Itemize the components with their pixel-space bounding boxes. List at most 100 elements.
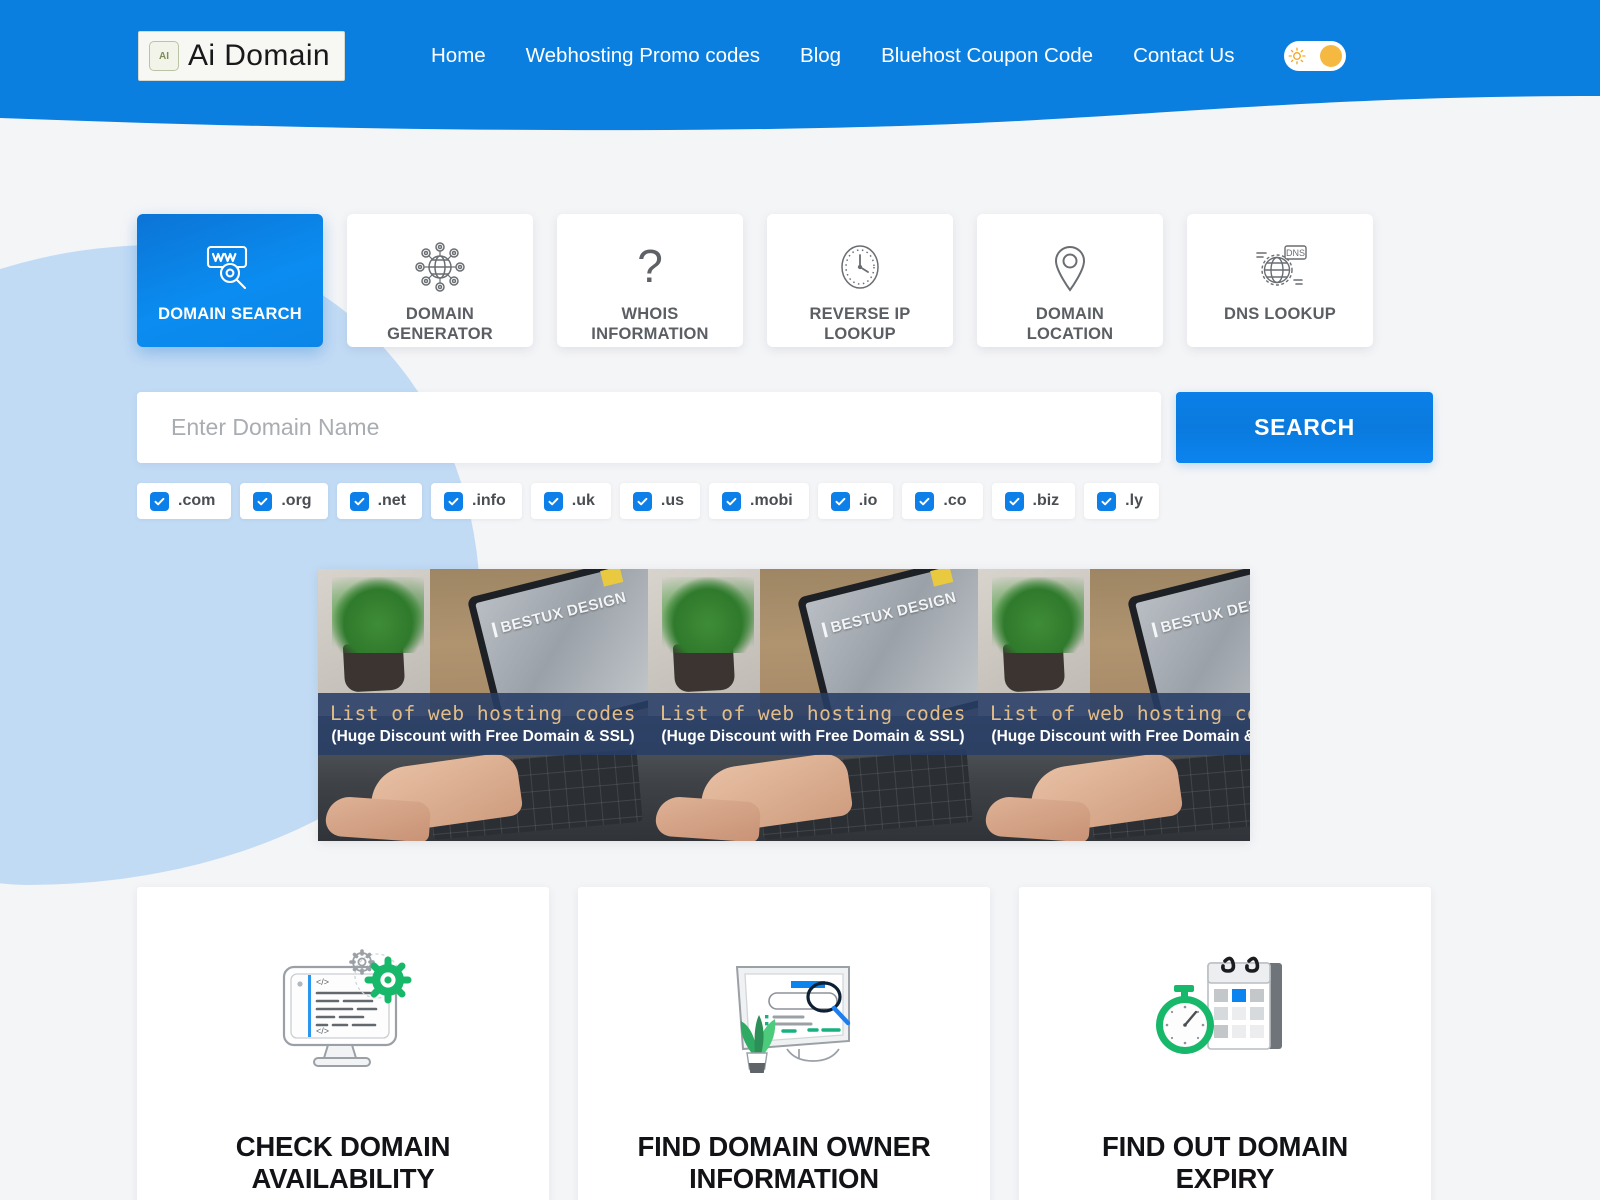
banner-subtitle: (Huge Discount with Free Domain & SSL) [331, 728, 635, 745]
nav-home[interactable]: Home [431, 44, 506, 68]
feature-title-line1: FIND OUT DOMAIN [1101, 1131, 1348, 1162]
tab-label: DOMAIN SEARCH [158, 305, 302, 323]
tab-domain-generator[interactable]: DOMAIN GENERATOR [347, 214, 533, 347]
tld-option-info[interactable]: .info [431, 483, 522, 519]
feature-card-find-domain-owner-information[interactable]: FIND DOMAIN OWNER INFORMATION [578, 887, 990, 1200]
domain-search-form: SEARCH [137, 392, 1433, 463]
checkbox-checked-icon[interactable] [830, 491, 850, 511]
tld-label: .co [943, 492, 967, 509]
tld-label: .uk [571, 492, 595, 509]
tab-domain-search[interactable]: DOMAIN SEARCH [137, 214, 323, 347]
tab-label: REVERSE IP LOOKUP [809, 304, 910, 344]
tld-label: .org [281, 492, 312, 509]
tab-label: WHOIS INFORMATION [591, 304, 708, 344]
feature-title: FIND OUT DOMAIN EXPIRY [1102, 1131, 1348, 1195]
checkbox-checked-icon[interactable] [444, 491, 464, 511]
banner-caption: List of web hosting codes (Huge Discount… [648, 693, 978, 755]
tld-option-us[interactable]: .us [619, 483, 701, 519]
logo[interactable]: AI Ai Domain [138, 31, 345, 81]
nav-webhosting-promo-codes[interactable]: Webhosting Promo codes [506, 44, 780, 68]
feature-card-list: </> </> CHECK DOMAIN AVAILABILITY FIND D… [137, 887, 1431, 1200]
search-button[interactable]: SEARCH [1176, 392, 1433, 463]
svg-text:?: ? [637, 240, 663, 292]
checkbox-checked-icon[interactable] [1097, 491, 1117, 511]
checkbox-checked-icon[interactable] [543, 491, 563, 511]
logo-text: Ai Domain [188, 39, 330, 72]
banner-subtitle: (Huge Discount with Free Domain & SSL) [661, 728, 965, 745]
monitor-code-gear-icon: </> </> [250, 933, 436, 1103]
network-globe-icon [413, 238, 467, 296]
tld-option-org[interactable]: .org [240, 483, 328, 519]
tab-label-line2: LOCATION [1026, 325, 1114, 344]
tld-option-biz[interactable]: .biz [991, 483, 1076, 519]
feature-title: FIND DOMAIN OWNER INFORMATION [638, 1131, 931, 1195]
tld-option-io[interactable]: .io [817, 483, 894, 519]
banner-slide[interactable]: BESTUX DESIGN List of web hosting codes … [318, 569, 648, 841]
tab-label-line2: GENERATOR [387, 325, 493, 344]
checkbox-checked-icon[interactable] [349, 491, 369, 511]
page-root: AI Ai Domain Home Webhosting Promo codes… [0, 0, 1600, 1200]
banner-title: List of web hosting codes [660, 702, 966, 725]
banner-title: List of web hosting codes [330, 702, 636, 725]
feature-card-check-domain-availability[interactable]: </> </> CHECK DOMAIN AVAILABILITY [137, 887, 549, 1200]
tld-option-co[interactable]: .co [902, 483, 983, 519]
theme-toggle-knob[interactable] [1320, 45, 1343, 67]
tab-label-line1: REVERSE IP [809, 305, 911, 323]
feature-title: CHECK DOMAIN AVAILABILITY [236, 1131, 451, 1195]
tld-option-ly[interactable]: .ly [1084, 483, 1159, 519]
tld-filter-list: .com .org .net .info .uk .us .mobi .io .… [137, 483, 1159, 519]
tab-label-line2: LOOKUP [824, 325, 896, 344]
question-mark-icon: ? [628, 238, 672, 296]
tld-option-uk[interactable]: .uk [530, 483, 611, 519]
tab-whois-information[interactable]: ? WHOIS INFORMATION [557, 214, 743, 347]
lookup-tool-tabs: DOMAIN SEARCH DOMAIN GENERATOR ? WHOIS I… [137, 214, 1373, 347]
nav-bluehost-coupon-code[interactable]: Bluehost Coupon Code [861, 44, 1113, 68]
site-header: AI Ai Domain Home Webhosting Promo codes… [0, 0, 1600, 140]
feature-title-line2: INFORMATION [689, 1162, 879, 1194]
checkbox-checked-icon[interactable] [915, 491, 935, 511]
tab-label: DNS LOOKUP [1223, 305, 1336, 323]
tab-domain-location[interactable]: DOMAIN LOCATION [977, 214, 1163, 347]
feature-title-line1: CHECK DOMAIN [235, 1131, 451, 1162]
tld-label: .mobi [750, 492, 793, 509]
banner-slide[interactable]: BESTUX DESIGN List of web hosting codes … [648, 569, 978, 841]
checkbox-checked-icon[interactable] [632, 491, 652, 511]
logo-badge-icon: AI [149, 41, 179, 71]
banner-subtitle: (Huge Discount with Free Domain & SSL) [991, 728, 1250, 745]
promo-banner-carousel[interactable]: BESTUX DESIGN List of web hosting codes … [318, 569, 1250, 841]
checkbox-checked-icon[interactable] [1004, 491, 1024, 511]
tld-option-net[interactable]: .net [336, 483, 423, 519]
nav-blog[interactable]: Blog [780, 44, 861, 68]
search-input[interactable] [137, 392, 1161, 463]
theme-toggle[interactable] [1284, 41, 1347, 71]
checkbox-checked-icon[interactable] [150, 491, 169, 511]
tld-label: .net [377, 492, 407, 509]
tld-label: .info [472, 492, 506, 509]
tld-option-mobi[interactable]: .mobi [709, 483, 809, 519]
nav-contact-us[interactable]: Contact Us [1113, 44, 1254, 68]
clock-icon [834, 238, 886, 296]
www-search-icon [202, 238, 258, 296]
banner-caption: List of web hosting codes (Huge Discount… [978, 693, 1250, 755]
tld-label: .us [660, 492, 685, 509]
tab-label-line2: INFORMATION [591, 325, 709, 344]
banner-slide[interactable]: BESTUX DESIGN List of web hosting codes … [978, 569, 1250, 841]
feature-title-line1: FIND DOMAIN OWNER [637, 1131, 931, 1162]
checkbox-checked-icon[interactable] [253, 491, 273, 511]
checkbox-checked-icon[interactable] [722, 491, 742, 511]
tab-dns-lookup[interactable]: DNS DNS LOOKUP [1187, 214, 1373, 347]
tab-label-line1: DOMAIN [1035, 305, 1105, 323]
monitor-search-plant-icon [691, 933, 877, 1103]
map-pin-icon [1048, 238, 1092, 296]
tld-option-com[interactable]: .com [137, 483, 232, 519]
tld-label: .ly [1125, 492, 1143, 509]
tab-label-line1: WHOIS [621, 305, 679, 323]
feature-card-find-out-domain-expiry[interactable]: FIND OUT DOMAIN EXPIRY [1019, 887, 1431, 1200]
tld-label: .io [858, 492, 878, 509]
stopwatch-calendar-icon [1132, 933, 1318, 1103]
sun-icon [1288, 47, 1306, 65]
feature-title-line2: EXPIRY [1175, 1162, 1275, 1194]
tab-reverse-ip-lookup[interactable]: REVERSE IP LOOKUP [767, 214, 953, 347]
svg-text:DNS: DNS [1286, 248, 1305, 258]
svg-text:</>: </> [316, 1026, 329, 1036]
